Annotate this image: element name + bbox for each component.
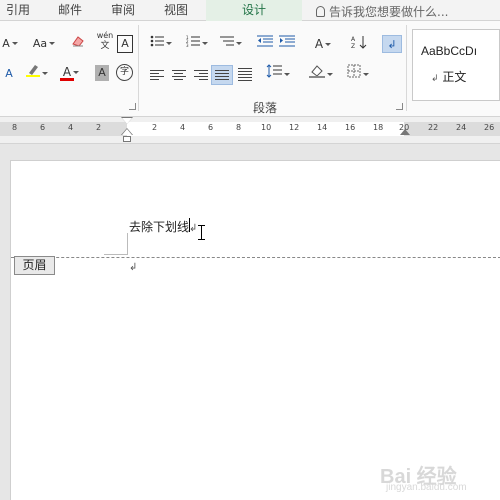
tab-view[interactable]: 视图	[164, 2, 188, 20]
ruler-number: 16	[345, 123, 356, 132]
borders-button[interactable]	[344, 64, 372, 82]
ibeam-cursor-icon	[198, 225, 206, 241]
ruler-number: 14	[317, 123, 328, 132]
line-spacing-button[interactable]	[264, 64, 292, 82]
style-gallery[interactable]: AaBbCcDı ↲ 正文	[412, 29, 500, 101]
phonetic-guide-button[interactable]: wén 文	[94, 31, 116, 51]
lightbulb-icon	[316, 6, 325, 17]
tab-mailings[interactable]: 邮件	[58, 2, 82, 20]
char-border-button[interactable]: A	[117, 35, 133, 53]
tab-review[interactable]: 审阅	[111, 2, 135, 20]
ribbon: A Aa wén 文 A A A A 字 123 A AZ ↲ 段落 AaBbCc…	[0, 21, 500, 117]
ruler-number: 2	[152, 123, 158, 132]
distributed-button[interactable]	[238, 68, 252, 83]
justify-button[interactable]	[211, 65, 233, 85]
tab-references[interactable]: 引用	[6, 2, 30, 20]
multilevel-list-button[interactable]	[218, 35, 244, 53]
paragraph-dialog-launcher[interactable]	[396, 103, 403, 110]
eraser-icon[interactable]	[70, 35, 86, 53]
ruler-number: 10	[261, 123, 272, 132]
align-left-button[interactable]	[150, 70, 164, 82]
document-area: 去除下划线↲ 页眉 ↲	[0, 144, 500, 500]
font-color-button[interactable]: A	[58, 63, 84, 81]
ruler-number: 4	[180, 123, 186, 132]
align-center-button[interactable]	[172, 70, 186, 82]
margin-corner	[104, 254, 128, 255]
left-indent-marker[interactable]	[123, 136, 131, 142]
grow-font-button[interactable]: A	[2, 35, 18, 53]
ruler-number: 4	[68, 123, 74, 132]
document-page[interactable]: 去除下划线↲ 页眉 ↲	[10, 160, 500, 500]
header-tag: 页眉	[14, 256, 55, 275]
margin-corner	[127, 233, 128, 255]
ruler-number: 26	[484, 123, 495, 132]
style-preview-normal[interactable]: AaBbCcDı	[421, 44, 477, 58]
numbering-button[interactable]: 123	[184, 35, 210, 53]
group-separator	[138, 25, 139, 111]
align-right-button[interactable]	[194, 70, 208, 82]
header-text[interactable]: 去除下划线↲	[129, 218, 197, 235]
ruler-number: 22	[428, 123, 439, 132]
tab-design[interactable]: 设计	[206, 0, 302, 21]
ruler-number: 18	[373, 123, 384, 132]
svg-text:A: A	[351, 36, 356, 43]
paragraph-mark: ↲	[129, 262, 138, 273]
horizontal-ruler[interactable]: 8 6 4 2 2 4 6 8 10 12 14 16 18 20 22 24 …	[0, 117, 500, 144]
font-dialog-launcher[interactable]	[129, 103, 136, 110]
svg-text:3: 3	[186, 43, 189, 47]
char-shading-button[interactable]: A	[95, 65, 109, 81]
group-separator	[406, 25, 407, 111]
sort-button[interactable]: AZ	[350, 35, 368, 53]
style-name-normal: ↲ 正文	[431, 70, 467, 84]
paragraph-group-label: 段落	[253, 101, 278, 115]
decrease-indent-button[interactable]	[256, 35, 274, 53]
increase-indent-button[interactable]	[278, 35, 296, 53]
enclose-char-button[interactable]: 字	[116, 64, 133, 81]
header-boundary-line	[11, 257, 500, 258]
tell-me-box[interactable]: 告诉我您想要做什么...	[316, 3, 448, 20]
asian-layout-button[interactable]: A	[308, 35, 338, 53]
tell-me-text: 告诉我您想要做什么...	[329, 5, 449, 19]
change-case-button[interactable]: Aa	[30, 35, 58, 53]
show-marks-button[interactable]: ↲	[382, 35, 402, 53]
ribbon-tab-bar: 引用 邮件 审阅 视图 设计 告诉我您想要做什么...	[0, 0, 500, 21]
ruler-number: 6	[208, 123, 214, 132]
svg-text:Z: Z	[351, 43, 355, 49]
ruler-number: 24	[456, 123, 467, 132]
text-effects-button[interactable]: A	[2, 65, 16, 83]
shading-button[interactable]	[306, 64, 336, 82]
ruler-number: 6	[40, 123, 46, 132]
highlight-button[interactable]	[26, 63, 48, 81]
ruler-number: 8	[236, 123, 242, 132]
watermark-logo: Bai 经验 jingyan.baidu.com	[380, 452, 496, 494]
ruler-number: 2	[96, 123, 102, 132]
text-cursor	[189, 218, 190, 232]
watermark-subtext: jingyan.baidu.com	[386, 482, 467, 493]
bullets-button[interactable]	[148, 35, 174, 53]
right-indent-marker[interactable]	[400, 129, 410, 135]
ruler-number: 8	[12, 123, 18, 132]
ruler-number: 12	[289, 123, 300, 132]
